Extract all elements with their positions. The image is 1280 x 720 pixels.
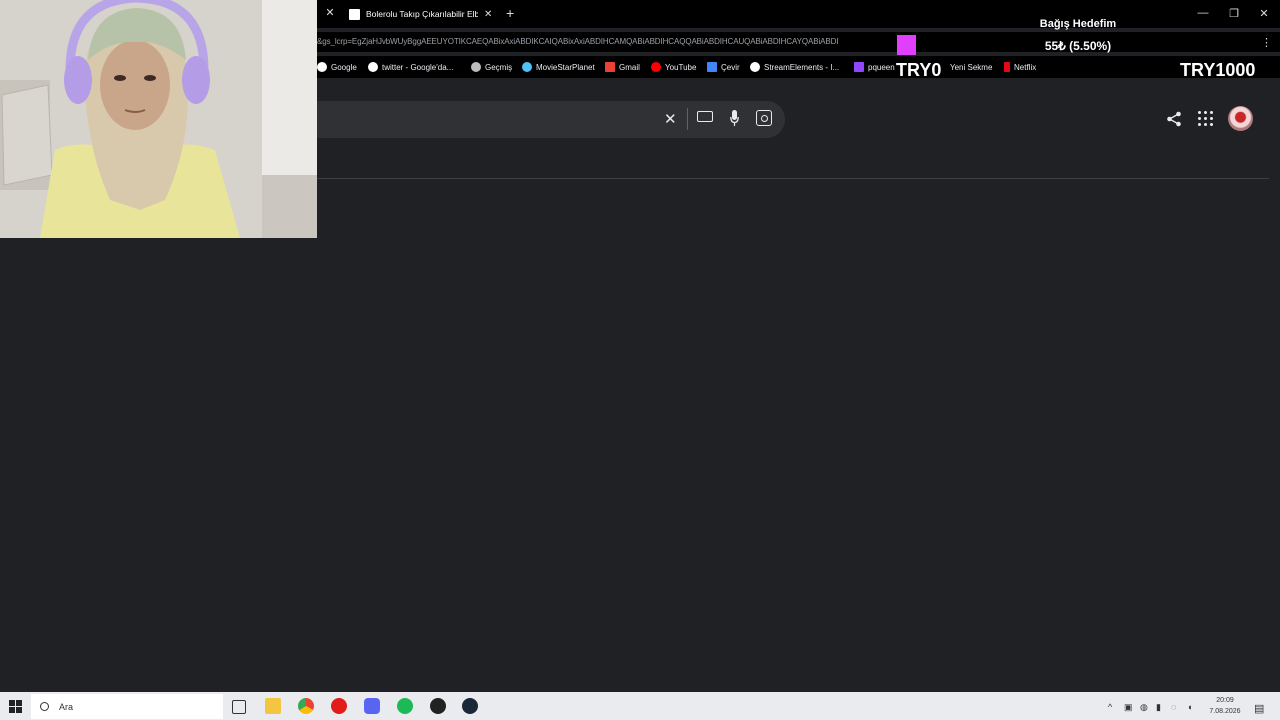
bookmark-twitch[interactable]: pqueen xyxy=(854,61,895,73)
close-window-icon[interactable]: ✕ xyxy=(1257,7,1271,20)
taskbar-search[interactable]: Ara xyxy=(31,694,223,719)
bookmark-moviestarplanet[interactable]: MovieStarPlanet xyxy=(522,61,595,73)
bookmark-streamelements[interactable]: StreamElements - I... xyxy=(750,61,839,73)
search-icon xyxy=(40,702,49,711)
history-icon xyxy=(471,62,481,72)
google-icon xyxy=(368,62,378,72)
search-input[interactable] xyxy=(317,101,785,138)
streamelements-icon xyxy=(750,62,760,72)
bookmark-new-tab[interactable]: Yeni Sekme xyxy=(950,61,992,73)
bookmark-twitter-search[interactable]: twitter - Google'da... xyxy=(368,61,453,73)
avatar[interactable] xyxy=(1228,106,1253,131)
active-tab[interactable]: Bolerolu Takıp Çıkarılabilir Elbise ✕ xyxy=(341,2,499,26)
tray-wifi-icon[interactable]: ◌ xyxy=(1171,702,1176,712)
search-divider xyxy=(687,108,688,130)
bookmark-history[interactable]: Geçmiş xyxy=(471,61,512,73)
tray-volume-icon[interactable]: ◖ xyxy=(1187,702,1192,712)
tab-title: Bolerolu Takıp Çıkarılabilir Elbise xyxy=(366,9,478,19)
twitch-icon xyxy=(854,62,864,72)
file-explorer-icon[interactable] xyxy=(265,698,281,714)
clear-search-icon[interactable]: ✕ xyxy=(664,110,677,128)
bookmark-netflix[interactable]: Netflix xyxy=(1004,61,1036,73)
page-content xyxy=(317,78,1280,692)
chrome-icon[interactable] xyxy=(298,698,314,714)
translate-icon xyxy=(707,62,717,72)
bookmark-translate[interactable]: Çevir xyxy=(707,61,740,73)
minimize-icon[interactable]: — xyxy=(1196,7,1210,19)
header-divider xyxy=(317,178,1269,179)
msp-icon xyxy=(522,62,532,72)
tray-chevron-icon[interactable]: ^ xyxy=(1108,702,1112,712)
webcam-image xyxy=(0,0,317,238)
keyboard-icon[interactable] xyxy=(697,111,713,122)
task-view-icon[interactable] xyxy=(232,700,246,714)
donation-goal-amount: 55₺ (5.50%) xyxy=(1044,39,1112,53)
google-icon xyxy=(317,62,327,72)
url-text[interactable]: &gs_lcrp=EgZjaHJvbWUyBggAEEUYOTIKCAEQABi… xyxy=(317,37,897,46)
tray-app-icon[interactable]: ▣ xyxy=(1124,702,1133,713)
bookmark-gmail[interactable]: Gmail xyxy=(605,61,640,73)
bookmark-youtube[interactable]: YouTube xyxy=(651,61,696,73)
netflix-icon xyxy=(1004,62,1010,72)
tray-network-icon[interactable]: ◍ xyxy=(1140,702,1148,713)
tab-favicon-icon xyxy=(349,8,360,20)
discord-icon[interactable] xyxy=(364,698,380,714)
webcam-feed xyxy=(0,0,317,238)
bookmark-google[interactable]: Google xyxy=(317,61,357,73)
menu-icon[interactable]: ⋮ xyxy=(1261,36,1272,49)
apps-grid-icon[interactable] xyxy=(1198,111,1213,126)
app-icon[interactable] xyxy=(430,698,446,714)
donation-goal-title: Bağış Hedefim xyxy=(1039,18,1117,30)
gmail-icon xyxy=(605,62,615,72)
opera-icon[interactable] xyxy=(331,698,347,714)
spotify-icon[interactable] xyxy=(397,698,413,714)
clock-time[interactable]: 20:09 xyxy=(1205,697,1245,704)
camera-search-icon[interactable] xyxy=(756,110,772,126)
share-icon[interactable] xyxy=(1166,111,1182,127)
overlay-marker xyxy=(897,35,916,55)
youtube-icon xyxy=(651,62,661,72)
close-icon[interactable]: ✕ xyxy=(484,9,492,20)
microphone-icon[interactable] xyxy=(730,110,739,127)
steam-icon[interactable] xyxy=(462,698,478,714)
notifications-icon[interactable]: ▤ xyxy=(1254,702,1264,715)
windows-start-icon[interactable] xyxy=(9,700,22,713)
tray-mic-icon[interactable]: ▮ xyxy=(1156,702,1161,713)
close-tab-icon[interactable]: ✕ xyxy=(324,6,336,20)
clock-date[interactable]: 7.08.2026 xyxy=(1203,708,1247,715)
new-tab-icon[interactable]: + xyxy=(506,5,514,21)
restore-icon[interactable]: ❐ xyxy=(1227,7,1241,20)
